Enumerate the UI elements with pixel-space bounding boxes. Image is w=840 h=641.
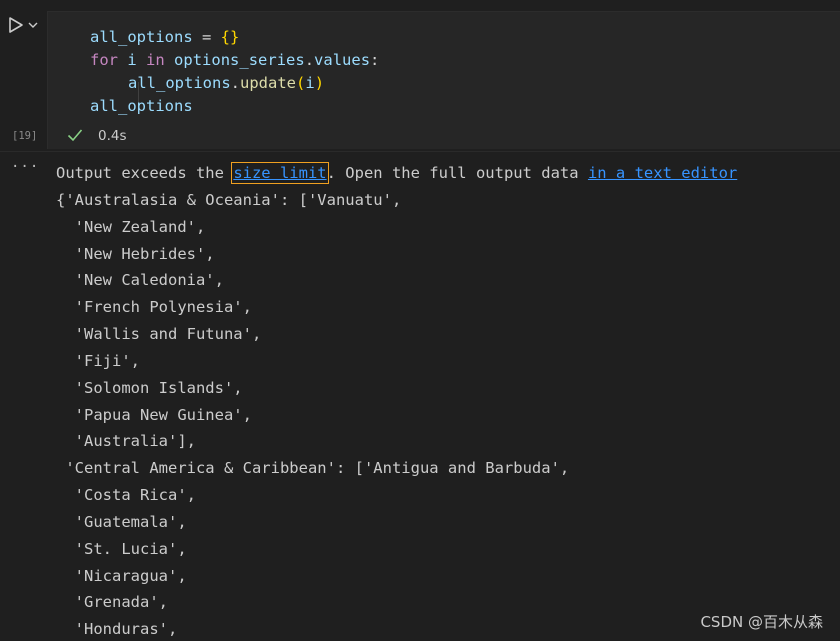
code-line-2: for i in options_series.values:	[90, 49, 379, 72]
code-token: .	[304, 51, 315, 69]
size-limit-link[interactable]: size limit	[231, 162, 329, 184]
code-line-1: all_options = {}	[90, 26, 239, 49]
execution-duration: 0.4s	[98, 128, 127, 144]
output-line: 'Honduras',	[56, 620, 178, 638]
output-line: 'Solomon Islands',	[56, 379, 243, 397]
cell-status-bar: 0.4s	[47, 123, 840, 149]
code-token: =	[192, 28, 221, 46]
output-line: 'Guatemala',	[56, 513, 187, 531]
code-token: )	[314, 74, 325, 92]
output-line: 'French Polynesia',	[56, 298, 252, 316]
cell-divider	[0, 151, 840, 152]
notice-text: . Open the full output data	[326, 164, 588, 182]
notice-text: Output exceeds the	[56, 164, 234, 182]
code-token: i	[127, 51, 137, 69]
output-line: 'New Hebrides',	[56, 245, 215, 263]
more-icon[interactable]: ···	[11, 160, 38, 174]
output-line: 'Central America & Caribbean': ['Antigua…	[56, 459, 570, 477]
code-token: {}	[220, 28, 240, 46]
code-token: :	[370, 51, 380, 69]
code-token: all_options	[128, 74, 231, 92]
output-line: {'Australasia & Oceania': ['Vanuatu',	[56, 191, 402, 209]
run-cell-button[interactable]	[8, 14, 44, 36]
open-in-text-editor-link[interactable]: in a text editor	[588, 164, 737, 182]
code-token: for	[90, 51, 118, 69]
output-line: 'Nicaragua',	[56, 567, 187, 585]
output-line: 'Australia'],	[56, 432, 196, 450]
code-token: i	[305, 74, 315, 92]
output-line: 'St. Lucia',	[56, 540, 187, 558]
code-token: options_series	[174, 51, 305, 69]
output-line: 'New Caledonia',	[56, 271, 224, 289]
code-token: update	[240, 74, 296, 92]
code-token: values	[314, 51, 371, 69]
code-token: all_options	[90, 28, 193, 46]
code-token: in	[146, 51, 165, 69]
output-line: 'Wallis and Futuna',	[56, 325, 262, 343]
output-truncation-notice: Output exceeds the size limit. Open the …	[56, 162, 737, 184]
output-line: 'New Zealand',	[56, 218, 206, 236]
code-token: all_options	[90, 97, 193, 115]
chevron-down-icon[interactable]	[28, 21, 38, 29]
code-token: (	[296, 74, 306, 92]
notebook-page: all_options = {} for i in options_series…	[0, 0, 840, 641]
output-line: 'Fiji',	[56, 352, 140, 370]
output-line: 'Costa Rica',	[56, 486, 196, 504]
execution-count: [19]	[12, 130, 38, 142]
code-cell-editor[interactable]: all_options = {} for i in options_series…	[47, 11, 840, 124]
watermark: CSDN @百木从森	[700, 613, 823, 631]
output-line: 'Papua New Guinea',	[56, 406, 252, 424]
code-line-4: all_options	[90, 95, 193, 118]
play-icon	[9, 17, 23, 33]
output-line: 'Grenada',	[56, 593, 168, 611]
code-token: .	[230, 74, 240, 92]
check-icon	[67, 129, 83, 142]
code-line-3: all_options.update(i)	[128, 72, 324, 95]
